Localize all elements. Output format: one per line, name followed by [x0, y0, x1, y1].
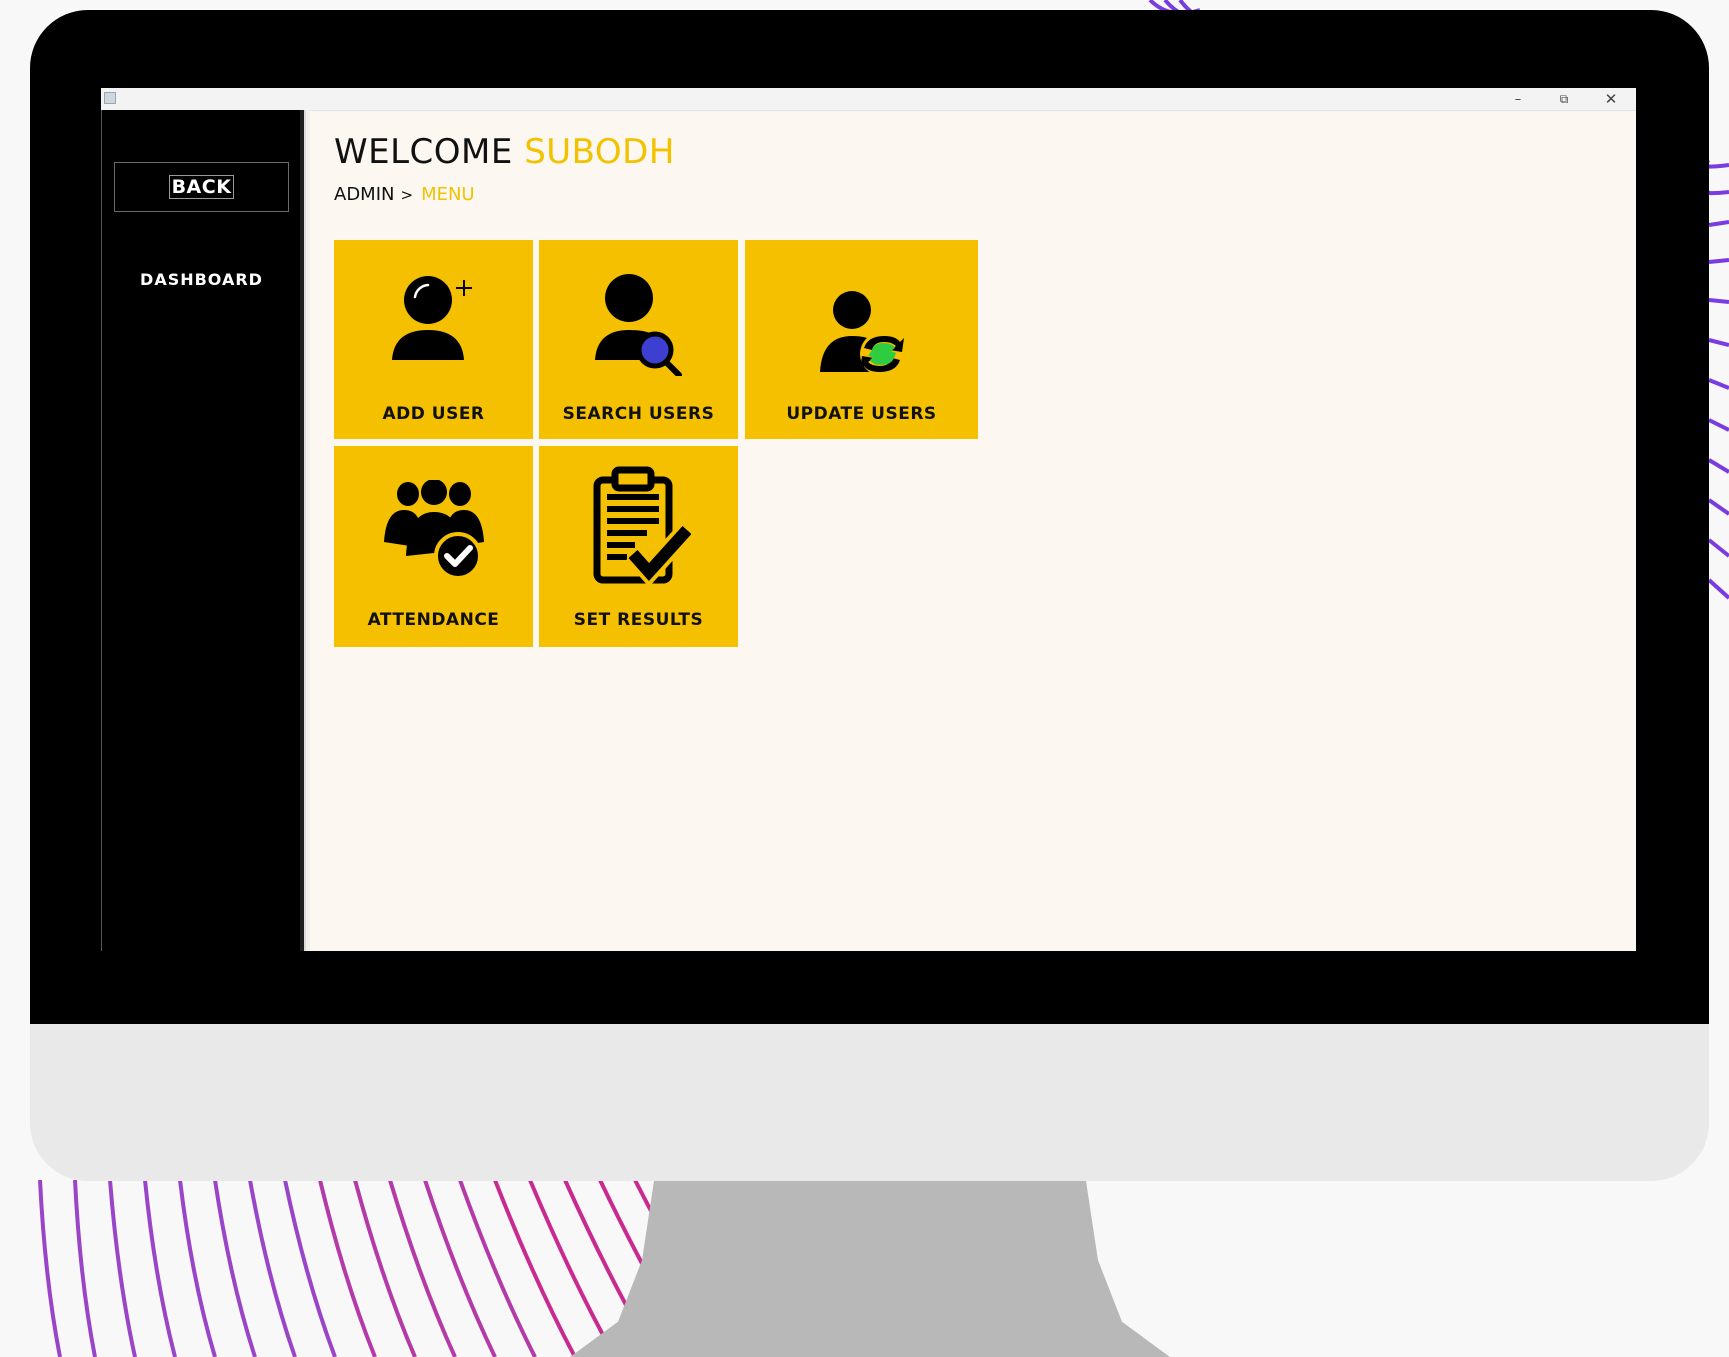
page-title: WELCOME SUBODH: [334, 132, 675, 172]
monitor-stand: [570, 1181, 1170, 1357]
search-user-icon: [594, 274, 682, 376]
set-results-tile[interactable]: SET RESULTS: [539, 446, 738, 647]
sidebar-item-dashboard[interactable]: DASHBOARD: [102, 270, 301, 289]
application-window: – ⧉ ✕ BACK DASHBOARD WELCOME SUBODH ADMI…: [101, 88, 1636, 951]
close-button[interactable]: ✕: [1591, 88, 1631, 110]
app-icon: [104, 92, 116, 104]
attendance-tile[interactable]: ATTENDANCE: [334, 446, 533, 647]
clipboard-check-icon: [593, 466, 691, 584]
sidebar-divider: [300, 110, 310, 951]
add-user-tile[interactable]: ADD USER: [334, 240, 533, 439]
back-button-label: BACK: [168, 175, 235, 199]
set-results-label: SET RESULTS: [573, 610, 704, 630]
window-titlebar: – ⧉ ✕: [101, 88, 1636, 111]
welcome-text: WELCOME: [334, 132, 513, 172]
update-users-label: UPDATE USERS: [786, 404, 937, 424]
update-users-tile[interactable]: UPDATE USERS: [745, 240, 978, 439]
update-user-icon: [819, 291, 904, 374]
attendance-label: ATTENDANCE: [367, 610, 500, 630]
add-user-label: ADD USER: [382, 404, 485, 424]
minimize-button[interactable]: –: [1498, 88, 1538, 110]
user-name: SUBODH: [524, 132, 675, 172]
breadcrumb: ADMIN > MENU: [334, 184, 475, 205]
breadcrumb-separator: >: [400, 186, 414, 204]
attendance-icon: [383, 480, 484, 580]
breadcrumb-current: MENU: [421, 184, 475, 205]
monitor-chin: [30, 1024, 1709, 1181]
search-users-label: SEARCH USERS: [562, 404, 715, 424]
search-users-tile[interactable]: SEARCH USERS: [539, 240, 738, 439]
back-button[interactable]: BACK: [114, 162, 289, 212]
restore-button[interactable]: ⧉: [1544, 88, 1584, 110]
breadcrumb-root: ADMIN: [334, 184, 395, 205]
add-user-icon: [391, 276, 472, 360]
sidebar: BACK DASHBOARD: [101, 110, 300, 951]
